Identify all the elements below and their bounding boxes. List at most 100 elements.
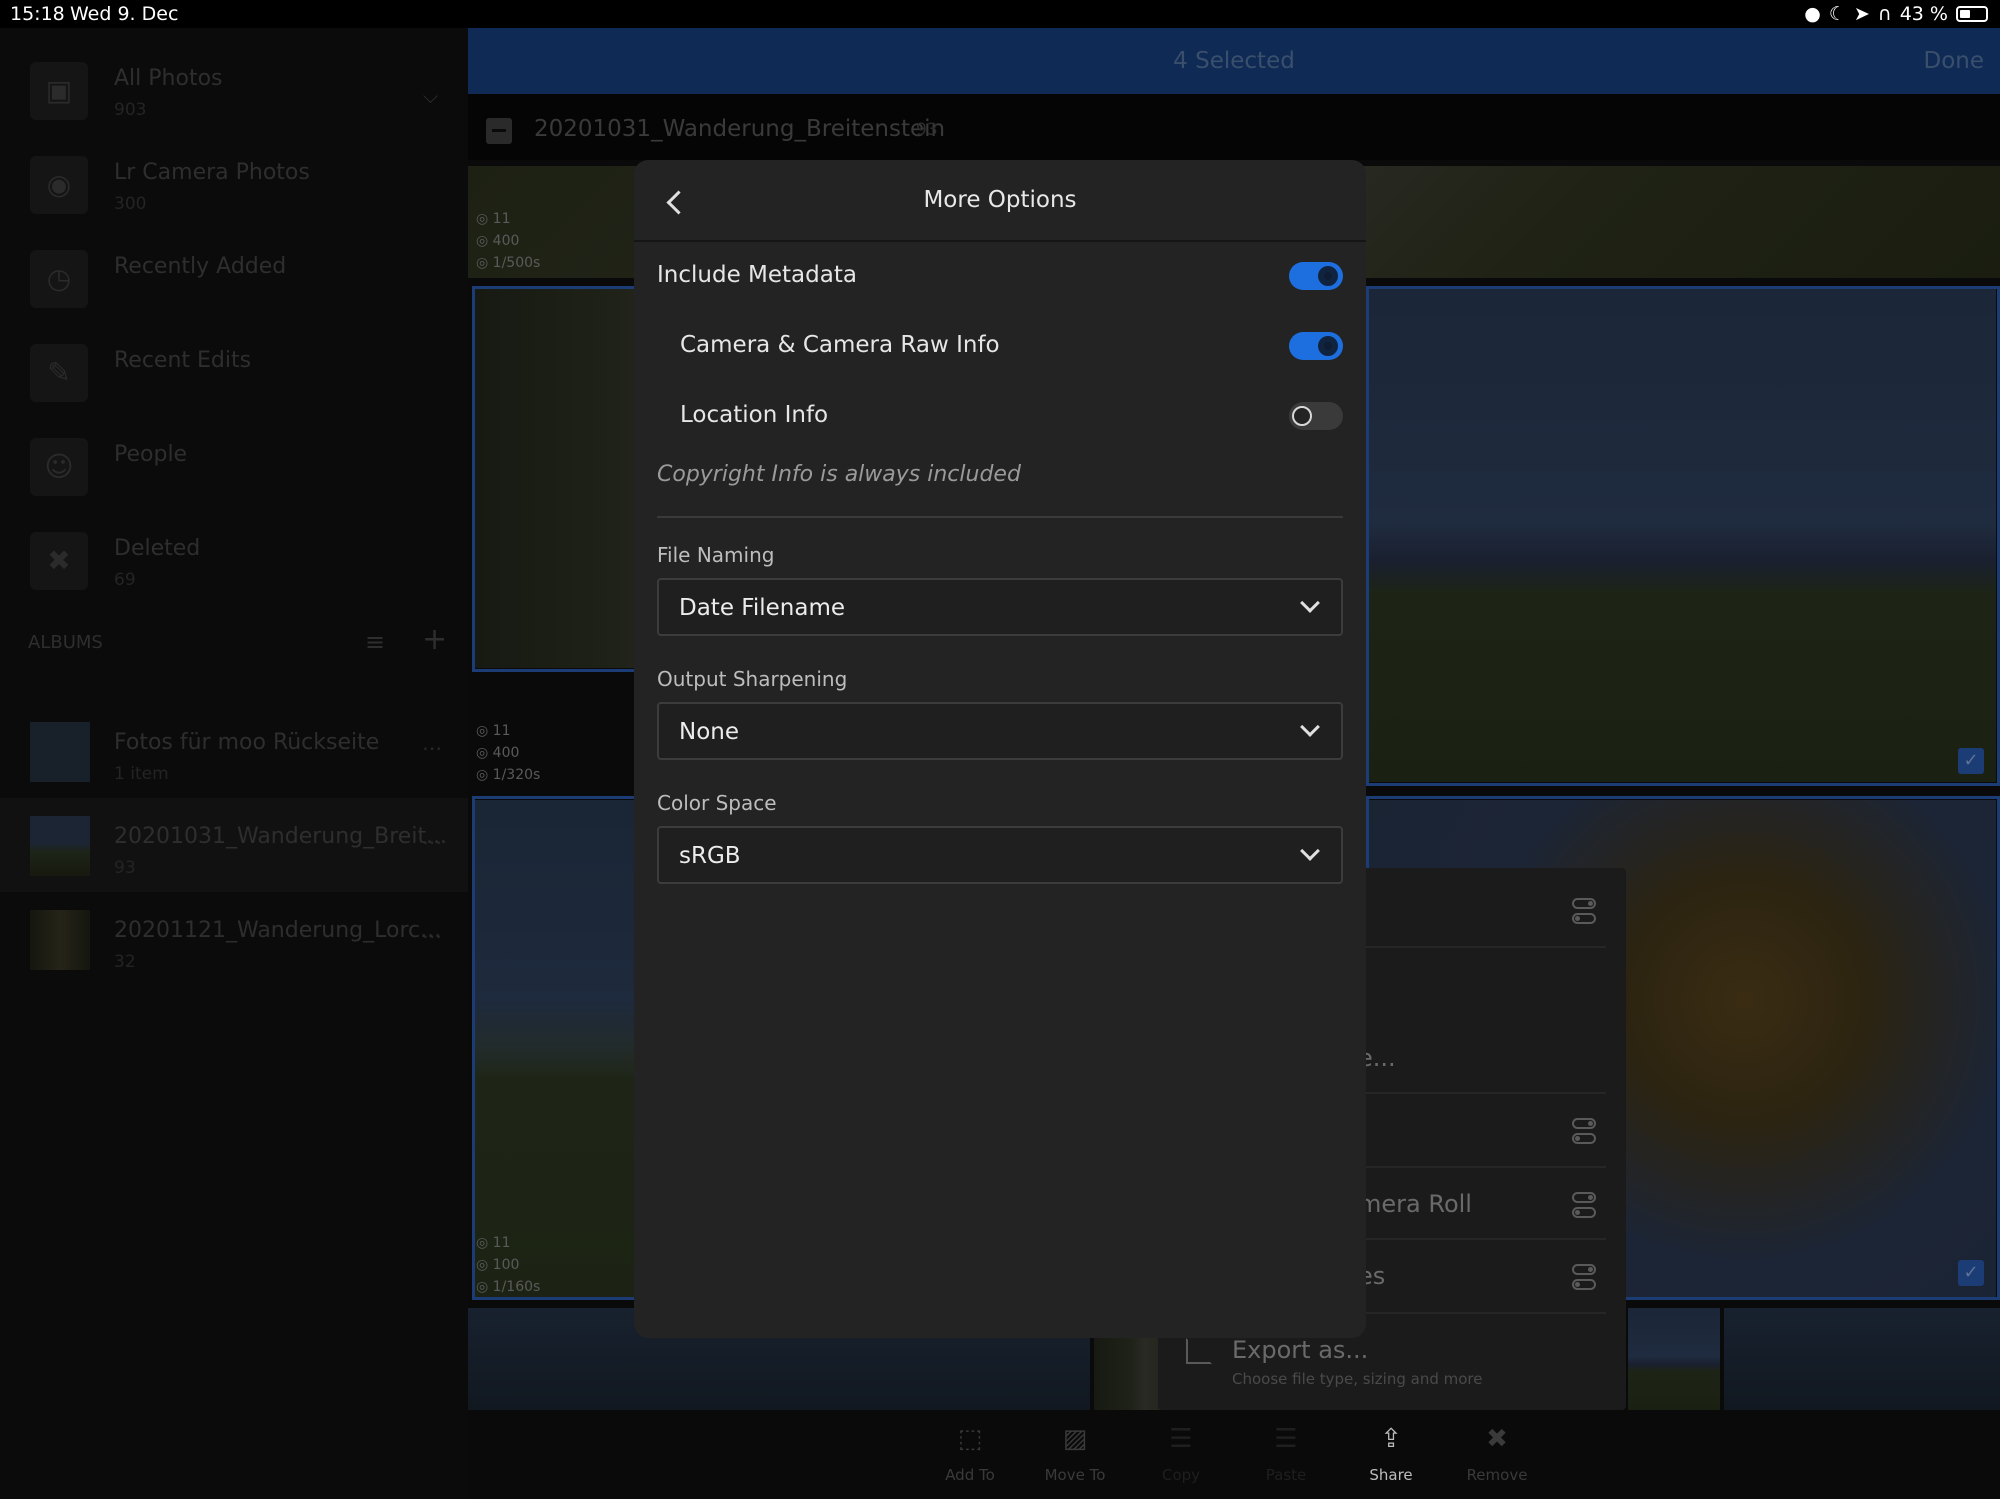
include-metadata-toggle[interactable] <box>1289 262 1343 290</box>
selected-checkbox[interactable]: ✓ <box>1958 1260 1984 1286</box>
output-sharpening-select[interactable]: None <box>657 702 1343 760</box>
sidebar: ▣ All Photos 903 ⌵ ◉ Lr Camera Photos 30… <box>0 28 468 1499</box>
output-sharpening-value: None <box>679 719 740 745</box>
status-date: Wed 9. Dec <box>70 3 179 25</box>
sidebar-item-label: All Photos <box>114 66 223 91</box>
export-as-option[interactable]: Export as... <box>1232 1336 1368 1364</box>
sidebar-item-people[interactable]: ☺ People <box>0 418 468 510</box>
modal-header: More Options <box>634 160 1366 242</box>
sidebar-item-count: 69 <box>114 570 136 590</box>
chevron-down-icon <box>1300 593 1320 613</box>
sidebar-item-deleted[interactable]: ✖ Deleted 69 <box>0 512 468 604</box>
folder-name: 20201031_Wanderung_Breitenstein <box>534 116 946 142</box>
toggle-settings-icon[interactable] <box>1572 898 1598 926</box>
edit-icon: ✎ <box>30 344 88 402</box>
tool-label: Add To <box>945 1466 995 1484</box>
color-space-value: sRGB <box>679 843 741 869</box>
album-thumbnail <box>30 816 90 876</box>
album-thumbnail <box>30 722 90 782</box>
exif-shutter: 1/320s <box>492 767 541 783</box>
photo-thumbnail[interactable] <box>1628 1308 1720 1410</box>
move-to-button[interactable]: ▨ Move To <box>1025 1424 1125 1484</box>
deselect-checkbox[interactable] <box>486 118 512 144</box>
sort-icon[interactable]: ≡ <box>365 628 385 656</box>
file-naming-label: File Naming <box>657 543 775 567</box>
more-icon[interactable]: ⋯ <box>422 924 442 948</box>
sidebar-item-label: Recent Edits <box>114 348 252 373</box>
color-space-select[interactable]: sRGB <box>657 826 1343 884</box>
shutter-icon: ◎ <box>476 767 489 783</box>
paste-icon: ☰ <box>1274 1424 1298 1454</box>
remove-button[interactable]: ✖ Remove <box>1447 1424 1547 1484</box>
divider <box>657 516 1343 518</box>
chevron-down-icon <box>1300 717 1320 737</box>
add-album-icon[interactable]: + <box>422 622 447 657</box>
more-icon[interactable]: ⋯ <box>422 830 442 854</box>
exif-aperture: 11 <box>492 1235 511 1251</box>
modal-title: More Options <box>923 187 1077 213</box>
share-button[interactable]: ⇪ Share <box>1341 1424 1441 1484</box>
exif-aperture: 11 <box>492 723 511 739</box>
albums-header: ALBUMS <box>28 632 103 653</box>
folder-header: 20201031_Wanderung_Breitenstein 93 <box>468 94 2000 160</box>
exif-info: ◎ 11 ◎ 400 ◎ 1/500s <box>476 208 540 274</box>
exif-info: ◎ 11 ◎ 100 ◎ 1/160s <box>476 1232 540 1298</box>
sidebar-item-all-photos[interactable]: ▣ All Photos 903 ⌵ <box>0 42 468 134</box>
file-naming-value: Date Filename <box>679 595 845 621</box>
sidebar-item-recent-edits[interactable]: ✎ Recent Edits <box>0 324 468 416</box>
folder-count: 93 <box>916 120 938 140</box>
album-item[interactable]: Fotos für moo Rückseite 1 item ⋯ <box>0 706 468 798</box>
person-icon: ☺ <box>30 438 88 496</box>
trash-icon: ✖ <box>30 532 88 590</box>
album-item[interactable]: 20201031_Wanderung_Breit... 93 ⋯ <box>0 800 468 892</box>
chevron-down-icon <box>1300 841 1320 861</box>
toggle-settings-icon[interactable] <box>1572 1192 1598 1220</box>
sidebar-item-label: Deleted <box>114 536 201 561</box>
photos-icon: ▣ <box>30 62 88 120</box>
album-count: 93 <box>114 858 136 878</box>
iso-icon: ◎ <box>476 745 489 761</box>
toggle-settings-icon[interactable] <box>1572 1264 1598 1292</box>
location-icon: ➤ <box>1853 3 1870 25</box>
share-option-camera-roll[interactable]: mera Roll <box>1358 1190 1472 1218</box>
camera-raw-info-label: Camera & Camera Raw Info <box>680 332 1000 358</box>
sidebar-item-lr-camera-photos[interactable]: ◉ Lr Camera Photos 300 <box>0 136 468 228</box>
selection-title: 4 Selected <box>1173 48 1295 74</box>
camera-raw-info-toggle[interactable] <box>1289 332 1343 360</box>
move-to-icon: ▨ <box>1062 1424 1088 1454</box>
aperture-icon: ◎ <box>476 723 489 739</box>
toggle-settings-icon[interactable] <box>1572 1118 1598 1146</box>
color-space-label: Color Space <box>657 791 777 815</box>
shutter-icon: ◎ <box>476 255 489 271</box>
sidebar-item-count: 903 <box>114 100 147 120</box>
tool-label: Move To <box>1044 1466 1106 1484</box>
copy-button[interactable]: ☰ Copy <box>1131 1424 1231 1484</box>
shutter-icon: ◎ <box>476 1279 489 1295</box>
paste-button[interactable]: ☰ Paste <box>1236 1424 1336 1484</box>
add-to-button[interactable]: ⬚ Add To <box>920 1424 1020 1484</box>
location-info-toggle[interactable] <box>1289 402 1343 430</box>
headphones-icon: ∩ <box>1877 3 1892 25</box>
wifi-icon: ● <box>1804 3 1821 25</box>
copy-icon: ☰ <box>1169 1424 1193 1454</box>
include-metadata-label: Include Metadata <box>657 262 857 288</box>
album-thumbnail <box>30 910 90 970</box>
album-item[interactable]: 20201121_Wanderung_Lorc... 32 ⋯ <box>0 894 468 986</box>
album-count: 32 <box>114 952 136 972</box>
chevron-down-icon[interactable]: ⌵ <box>423 84 438 108</box>
exif-iso: 400 <box>492 233 520 249</box>
album-label: 20201121_Wanderung_Lorc... <box>114 918 442 943</box>
sidebar-item-label: Recently Added <box>114 254 287 279</box>
location-info-label: Location Info <box>680 402 829 428</box>
selected-checkbox[interactable]: ✓ <box>1958 748 1984 774</box>
photo-thumbnail[interactable] <box>1724 1308 2000 1410</box>
camera-icon: ◉ <box>30 156 88 214</box>
file-naming-select[interactable]: Date Filename <box>657 578 1343 636</box>
exif-info: ◎ 11 ◎ 400 ◎ 1/320s <box>476 720 540 786</box>
battery-percent: 43 % <box>1899 3 1948 25</box>
sidebar-item-recently-added[interactable]: ◷ Recently Added <box>0 230 468 322</box>
album-label: 20201031_Wanderung_Breit... <box>114 824 448 849</box>
more-icon[interactable]: ⋯ <box>422 736 442 760</box>
exif-iso: 400 <box>492 745 520 761</box>
done-button[interactable]: Done <box>1923 48 1984 74</box>
